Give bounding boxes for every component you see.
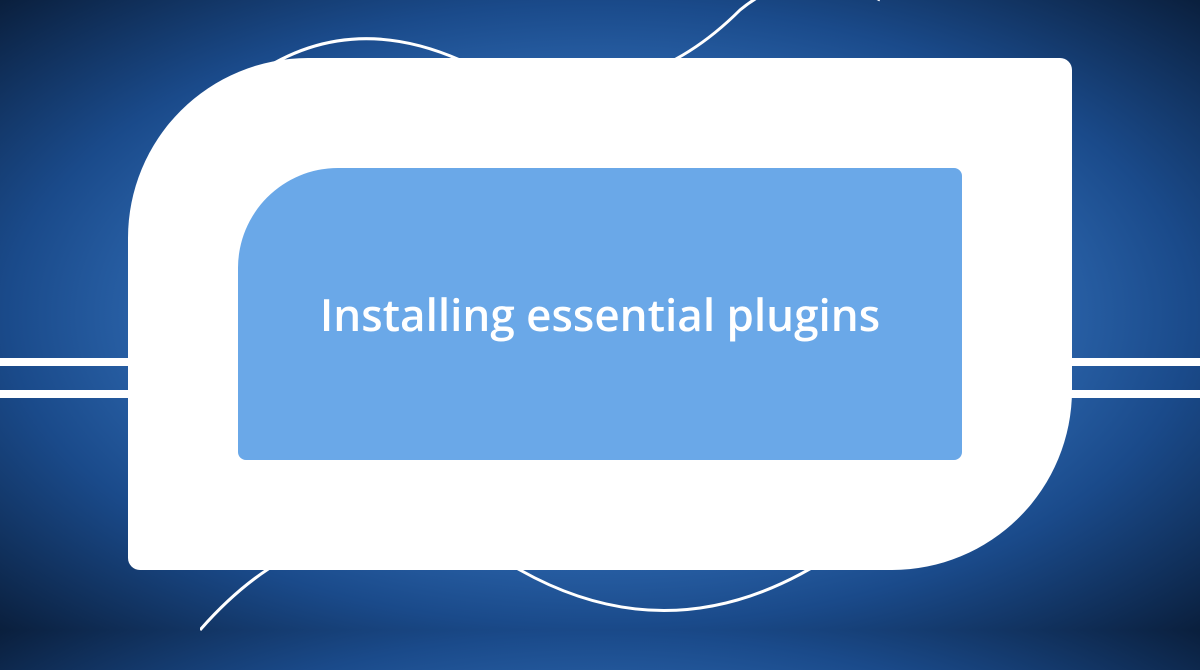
page-title: Installing essential plugins	[320, 284, 880, 344]
inner-content-panel: Installing essential plugins	[238, 168, 962, 460]
